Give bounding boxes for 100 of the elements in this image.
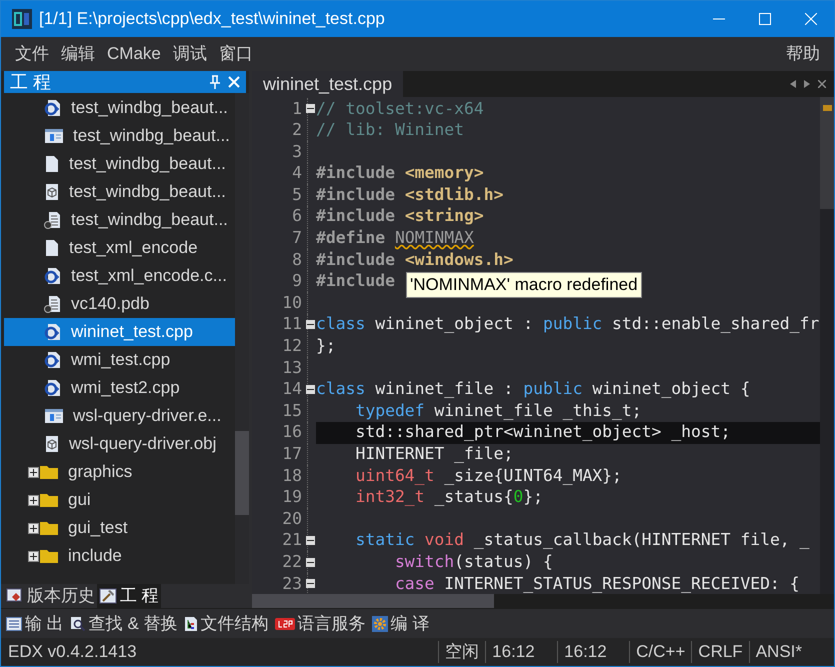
line-number: 18	[281, 464, 303, 487]
code-line: #define NOMINMAX	[316, 227, 474, 250]
code-line: // lib: Wininet	[316, 119, 464, 142]
expand-icon[interactable]	[28, 494, 39, 506]
cpp-file-icon	[44, 323, 62, 341]
tree-item[interactable]: gui_test	[4, 514, 235, 542]
expand-icon[interactable]	[28, 522, 39, 534]
code-line: HINTERNET _file;	[354, 443, 514, 465]
line-number: 20	[281, 508, 303, 530]
fold-icon[interactable]	[306, 320, 315, 330]
line-number: 9	[291, 270, 303, 292]
document-file-icon	[44, 295, 62, 313]
tree-item[interactable]: wsl-query-driver.obj	[4, 430, 235, 458]
lsp-icon	[274, 616, 295, 630]
line-number: 12	[281, 335, 303, 358]
list-icon	[6, 616, 22, 630]
code-line: #include <memory>	[316, 162, 484, 184]
editor-tab[interactable]: wininet_test.cpp	[252, 71, 404, 97]
expand-icon[interactable]	[28, 466, 39, 478]
tree-item[interactable]: vc140.pdb	[4, 290, 235, 318]
line-number: 19	[281, 486, 303, 508]
tree-item[interactable]: wmi_test2.cpp	[4, 374, 235, 402]
scroll-right-icon[interactable]	[804, 80, 810, 88]
code-line: #include	[316, 270, 395, 292]
cpp-file-icon	[44, 379, 62, 397]
maximize-icon	[759, 13, 771, 25]
history-icon	[6, 588, 24, 604]
menu-item[interactable]: 调试	[166, 41, 213, 67]
line-number: 7	[291, 227, 303, 250]
panel-button[interactable]: 语言服务	[274, 610, 366, 636]
tree-item[interactable]: test_xml_encode.c...	[4, 262, 235, 290]
panel-button[interactable]: 输 出	[6, 610, 64, 636]
line-number: 22	[281, 550, 303, 573]
code-line: };	[316, 335, 336, 358]
document-file-icon	[44, 211, 62, 229]
panel-tab[interactable]: 版本历史	[4, 584, 97, 608]
tree-item[interactable]: test_windbg_beaut...	[4, 206, 235, 234]
window-title: [1/1] E:\projects\cpp\edx_test\wininet_test.cpp	[39, 8, 385, 30]
line-number: 5	[291, 184, 303, 206]
tree-item[interactable]: test_xml_encode	[4, 234, 235, 262]
close-icon[interactable]	[818, 80, 826, 88]
tree-item[interactable]: wsl-query-driver.e...	[4, 402, 235, 430]
line-number: 14	[281, 378, 303, 400]
line-number: 8	[291, 248, 303, 271]
tree-item[interactable]: test_windbg_beaut...	[4, 150, 235, 178]
version-label: EDX v0.4.2.1413	[8, 641, 137, 664]
window-file-icon	[44, 128, 64, 144]
fold-icon[interactable]	[306, 536, 315, 546]
cube-file-icon	[44, 183, 60, 201]
tree-item[interactable]: test_windbg_beaut...	[4, 94, 235, 122]
code-line: typedef wininet_file _this_t;	[354, 400, 642, 422]
scroll-left-icon[interactable]	[790, 80, 796, 88]
status-field: C/C++	[629, 641, 692, 663]
code-line: static void _status_callback(HINTERNET file, _	[354, 529, 810, 552]
code-line: #include <stdlib.h>	[316, 184, 504, 206]
menu-item[interactable]: 帮助	[780, 41, 826, 67]
menu-item[interactable]: 窗口	[212, 41, 259, 67]
tree-item[interactable]: test_windbg_beaut...	[4, 122, 235, 150]
line-number: 15	[281, 400, 303, 422]
status-field: 16:12	[485, 641, 558, 663]
menu-item[interactable]: 编辑	[55, 41, 101, 67]
panel-button[interactable]: 文件结构	[184, 610, 269, 636]
pin-icon[interactable]	[209, 75, 221, 89]
window-file-icon	[44, 408, 64, 424]
expand-icon[interactable]	[28, 550, 39, 562]
gear-icon	[372, 616, 388, 632]
code-line: uint64_t _size{UINT64_MAX};	[354, 464, 622, 487]
line-number: 4	[291, 162, 303, 184]
tree-item[interactable]: include	[4, 542, 235, 570]
line-number: 16	[281, 421, 303, 444]
code-line: switch(status) {	[394, 550, 553, 573]
fold-icon[interactable]	[306, 579, 315, 588]
status-field: 16:12	[557, 641, 630, 663]
fold-icon[interactable]	[306, 385, 315, 394]
tree-item[interactable]: wmi_test.cpp	[4, 346, 235, 374]
menu-item[interactable]: CMake	[101, 41, 167, 67]
code-line: case INTERNET_STATUS_RESPONSE_RECEIVED: {	[394, 572, 800, 594]
tree-item[interactable]: gui	[4, 486, 235, 514]
fold-icon[interactable]	[306, 104, 315, 114]
cpp-file-icon	[44, 351, 62, 369]
status-field: CRLF	[691, 641, 749, 663]
folder-icon	[40, 549, 58, 563]
panel-button[interactable]: 查找 & 替换	[70, 610, 178, 636]
tree-item[interactable]: graphics	[4, 458, 235, 486]
panel-tab[interactable]: 工 程	[97, 584, 161, 608]
folder-icon	[40, 465, 58, 479]
code-line: class wininet_object : public std::enable_shared_fr	[316, 313, 820, 336]
code-line: class wininet_file : public wininet_object {	[316, 378, 750, 400]
tree-item[interactable]: wininet_test.cpp	[4, 318, 235, 346]
line-number: 2	[291, 119, 303, 142]
line-number: 3	[291, 140, 303, 163]
cube-file-icon	[44, 435, 60, 453]
menu-item[interactable]: 文件	[9, 41, 55, 67]
line-number: 6	[291, 205, 303, 228]
line-number: 10	[281, 292, 303, 314]
code-line: #include <string>	[316, 205, 484, 228]
fold-icon[interactable]	[306, 558, 315, 567]
panel-button[interactable]: 编 译	[372, 610, 430, 636]
blank-file-icon	[44, 155, 60, 173]
tree-item[interactable]: test_windbg_beaut...	[4, 178, 235, 206]
